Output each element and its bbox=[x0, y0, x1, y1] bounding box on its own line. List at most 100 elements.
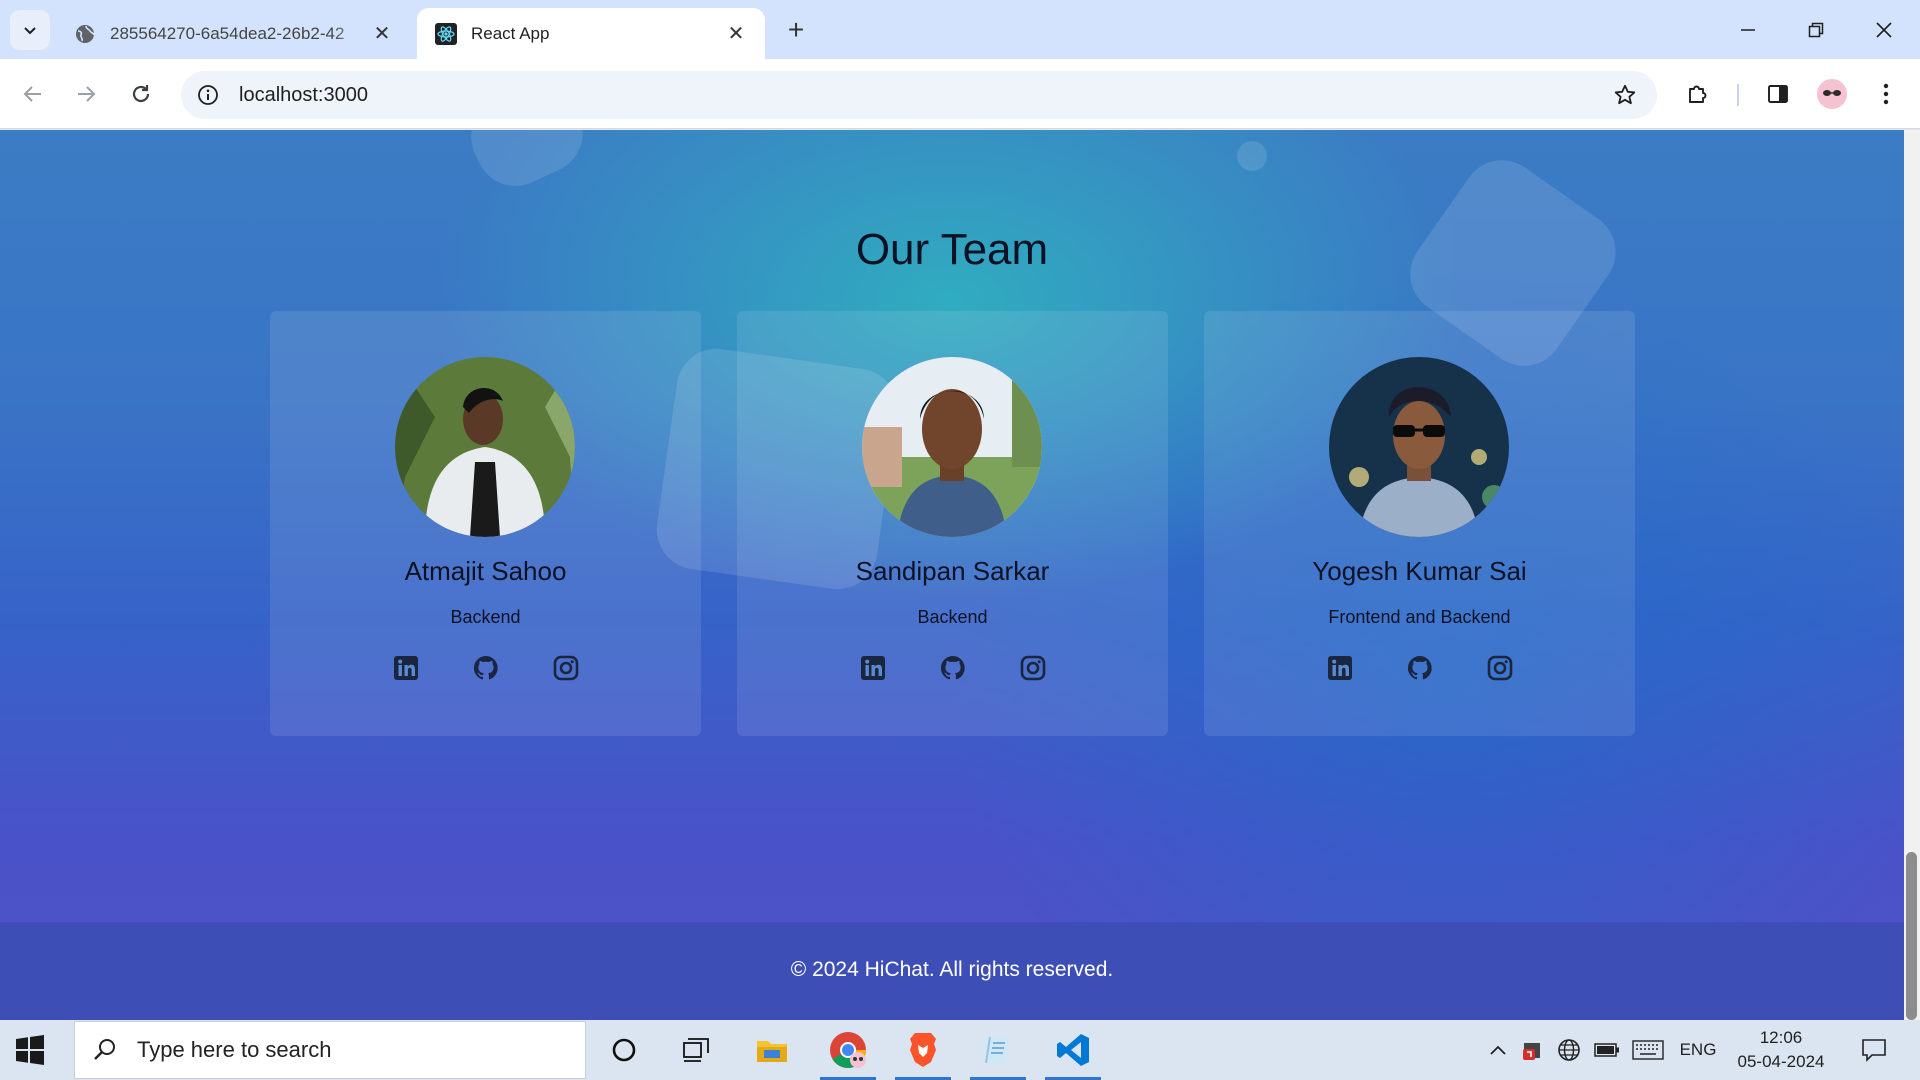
task-view-icon bbox=[683, 1038, 709, 1062]
new-tab-button[interactable]: + bbox=[780, 14, 812, 46]
close-window-button[interactable] bbox=[1850, 0, 1918, 59]
arrow-left-icon bbox=[23, 86, 41, 102]
footer-copyright: © 2024 HiChat. All rights reserved. bbox=[790, 958, 1114, 981]
page-content: Our Team Atmajit Sahoo Backend Sandipan … bbox=[0, 130, 1904, 1020]
language-indicator[interactable]: ENG bbox=[1674, 1038, 1722, 1062]
side-panel-button[interactable] bbox=[1760, 76, 1796, 112]
reload-button[interactable] bbox=[123, 76, 159, 112]
decorative-shape bbox=[458, 130, 596, 200]
member-role: Backend bbox=[450, 607, 521, 627]
chrome-taskbar-button[interactable] bbox=[818, 1020, 878, 1080]
social-links bbox=[1204, 654, 1635, 682]
reload-icon bbox=[132, 85, 150, 103]
chevron-up-icon bbox=[1490, 1045, 1506, 1055]
notification-icon bbox=[1862, 1039, 1886, 1062]
social-links bbox=[270, 654, 701, 682]
linkedin-icon[interactable] bbox=[1326, 654, 1354, 682]
clock-time: 12:06 bbox=[1759, 1028, 1803, 1047]
close-icon bbox=[1876, 21, 1892, 38]
avatar bbox=[1329, 357, 1509, 537]
member-role: Frontend and Backend bbox=[1328, 607, 1511, 627]
forward-button[interactable] bbox=[68, 76, 104, 112]
linkedin-icon[interactable] bbox=[859, 654, 887, 682]
side-panel-icon bbox=[1768, 85, 1788, 103]
react-icon bbox=[435, 22, 457, 45]
restore-icon bbox=[1808, 22, 1824, 37]
bookmark-star-icon[interactable] bbox=[1613, 83, 1637, 112]
social-links bbox=[737, 654, 1168, 682]
member-role: Backend bbox=[917, 607, 988, 627]
github-icon[interactable] bbox=[472, 654, 500, 682]
system-clock[interactable]: 12:06 05-04-2024 bbox=[1730, 1026, 1832, 1074]
show-hidden-icons-button[interactable] bbox=[1486, 1038, 1510, 1062]
team-card: Atmajit Sahoo Backend bbox=[270, 311, 701, 736]
windows-start-icon[interactable] bbox=[14, 1034, 46, 1066]
tab-search-button[interactable] bbox=[10, 10, 50, 50]
brave-taskbar-button[interactable] bbox=[893, 1020, 953, 1080]
github-icon[interactable] bbox=[939, 654, 967, 682]
member-name: Yogesh Kumar Sai bbox=[1312, 556, 1527, 586]
notepad-taskbar-button[interactable] bbox=[968, 1020, 1028, 1080]
scrollbar-thumb[interactable] bbox=[1906, 852, 1917, 1020]
tab-strip: 285564270-6a54dea2-26b2-42 ✕ React App ✕… bbox=[0, 0, 1920, 59]
arrow-right-icon bbox=[78, 86, 96, 102]
taskbar: Type here to search ENG 12:06 05-04-2024 bbox=[0, 1020, 1920, 1080]
cortana-icon bbox=[612, 1038, 636, 1062]
chrome-icon bbox=[830, 1032, 866, 1069]
globe-icon bbox=[74, 23, 96, 45]
tab-image[interactable]: 285564270-6a54dea2-26b2-42 ✕ bbox=[56, 8, 411, 59]
puzzle-icon bbox=[1689, 85, 1707, 103]
url-text: localhost:3000 bbox=[239, 83, 368, 106]
section-title: Our Team bbox=[855, 225, 1049, 274]
instagram-icon[interactable] bbox=[552, 654, 580, 682]
tab-react-app[interactable]: React App ✕ bbox=[417, 8, 765, 59]
keyboard-icon[interactable] bbox=[1630, 1038, 1666, 1062]
notepad-icon bbox=[985, 1037, 1009, 1063]
restore-button[interactable] bbox=[1782, 0, 1850, 59]
back-button[interactable] bbox=[15, 76, 51, 112]
profile-avatar[interactable] bbox=[1814, 76, 1850, 112]
vscode-icon bbox=[1057, 1034, 1089, 1066]
tab-close-icon[interactable]: ✕ bbox=[725, 23, 747, 45]
action-center-button[interactable] bbox=[1856, 1038, 1892, 1062]
minimize-icon bbox=[1741, 28, 1755, 31]
tray-app-icon[interactable] bbox=[1518, 1038, 1546, 1062]
member-name: Atmajit Sahoo bbox=[404, 556, 567, 586]
file-explorer-button[interactable] bbox=[742, 1020, 802, 1080]
network-icon[interactable] bbox=[1554, 1038, 1584, 1062]
decorative-shape bbox=[1237, 141, 1267, 171]
chevron-down-icon bbox=[24, 27, 36, 35]
menu-button[interactable] bbox=[1868, 76, 1904, 112]
folder-icon bbox=[757, 1041, 787, 1062]
member-name: Sandipan Sarkar bbox=[855, 556, 1050, 586]
more-vertical-icon bbox=[1883, 83, 1889, 105]
extensions-button[interactable] bbox=[1680, 76, 1716, 112]
browser-toolbar: localhost:3000 bbox=[0, 59, 1920, 129]
brave-icon bbox=[910, 1033, 936, 1067]
search-icon bbox=[94, 1039, 115, 1060]
minimize-button[interactable] bbox=[1714, 0, 1782, 59]
task-view-button[interactable] bbox=[666, 1020, 726, 1080]
tab-title: React App bbox=[471, 23, 550, 43]
tab-close-icon[interactable]: ✕ bbox=[371, 23, 393, 45]
search-placeholder: Type here to search bbox=[137, 1037, 332, 1062]
profile-icon bbox=[1817, 79, 1847, 109]
instagram-icon[interactable] bbox=[1486, 654, 1514, 682]
vscode-taskbar-button[interactable] bbox=[1043, 1020, 1103, 1080]
battery-icon[interactable] bbox=[1592, 1038, 1622, 1062]
taskbar-search[interactable]: Type here to search bbox=[74, 1021, 586, 1079]
team-card: Sandipan Sarkar Backend bbox=[737, 311, 1168, 736]
github-icon[interactable] bbox=[1406, 654, 1434, 682]
instagram-icon[interactable] bbox=[1019, 654, 1047, 682]
address-bar[interactable]: localhost:3000 bbox=[181, 71, 1657, 119]
tab-title: 285564270-6a54dea2-26b2-42 bbox=[110, 23, 345, 43]
avatar bbox=[395, 357, 575, 537]
cortana-button[interactable] bbox=[594, 1020, 654, 1080]
linkedin-icon[interactable] bbox=[392, 654, 420, 682]
avatar bbox=[862, 357, 1042, 537]
footer: © 2024 HiChat. All rights reserved. bbox=[0, 922, 1904, 1020]
info-icon[interactable] bbox=[193, 80, 223, 110]
clock-date: 05-04-2024 bbox=[1737, 1052, 1825, 1071]
team-card: Yogesh Kumar Sai Frontend and Backend bbox=[1204, 311, 1635, 736]
toolbar-separator bbox=[1737, 84, 1739, 106]
